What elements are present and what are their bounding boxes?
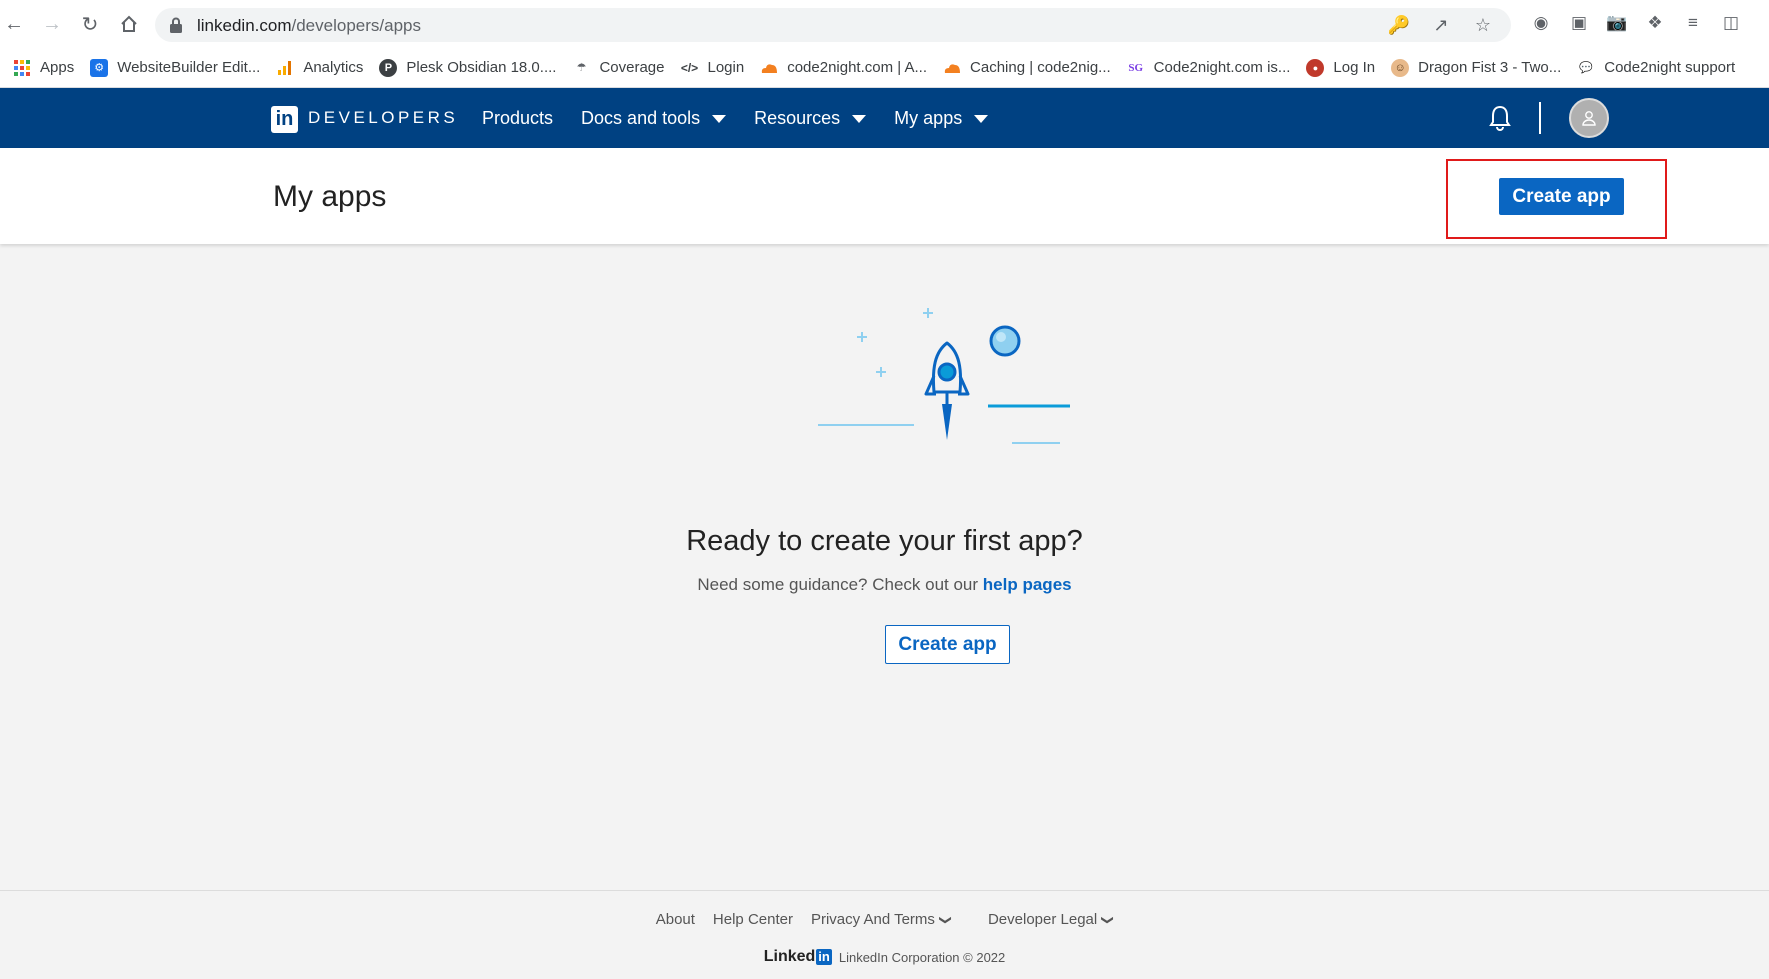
cloudflare-icon [943,59,961,77]
nav-my-apps[interactable]: My apps [894,108,989,129]
dragon-icon: ☺ [1391,58,1410,77]
chevron-down-icon: ❯ [1101,914,1116,925]
rocket-illustration [818,308,1070,444]
empty-state-guidance: Need some guidance? Check out our help p… [697,575,1072,594]
bookmark-login[interactable]: </> Login [673,54,753,82]
reading-list-icon[interactable]: ≡ [1682,12,1704,34]
home-icon[interactable] [117,12,141,36]
caret-down-icon [974,114,989,123]
footer-link-privacy[interactable]: Privacy And Terms ❯ [811,911,953,928]
footer-links: About Help Center Privacy And Terms ❯ Dev… [0,911,1769,928]
help-pages-link[interactable]: help pages [983,575,1072,594]
create-app-button[interactable]: Create app [1499,178,1624,215]
bookmark-log-in[interactable]: ● Log In [1298,54,1383,82]
puzzle-icon[interactable]: ❖ [1644,12,1666,34]
bookmark-analytics[interactable]: Analytics [268,54,371,82]
page-title: My apps [273,180,387,213]
star-icon[interactable]: ☆ [1473,15,1493,35]
coverage-icon: ☂ [576,62,587,74]
bookmark-code2night-support[interactable]: 💬 Code2night support [1569,54,1743,82]
back-arrow-icon[interactable]: ← [2,12,26,36]
plesk-icon: P [379,58,398,77]
linkedin-logo[interactable]: in [271,106,298,133]
analytics-icon [276,59,294,77]
nav-docs-and-tools[interactable]: Docs and tools [581,108,727,129]
apps-grid-icon [13,59,31,77]
bookmark-code2night-a[interactable]: code2night.com | A... [752,54,935,82]
caret-down-icon [712,114,727,123]
screen-capture-icon[interactable]: ▣ [1568,12,1590,34]
cloudflare-icon [760,59,778,77]
bookmark-plesk[interactable]: P Plesk Obsidian 18.0.... [371,54,564,82]
footer-link-about[interactable]: About [656,911,695,928]
bookmarks-bar: Apps ⚙ WebsiteBuilder Edit... Analytics … [0,48,1769,88]
login-icon: ● [1306,58,1325,77]
share-icon[interactable]: ↗ [1431,15,1451,35]
bookmark-dragon-fist[interactable]: ☺ Dragon Fist 3 - Two... [1383,54,1569,82]
browser-toolbar: ← → ↻ linkedin.com/developers/apps 🔑 ↗ ☆… [0,0,1769,48]
chevron-down-icon: ❯ [938,914,953,925]
bookmark-caching[interactable]: Caching | code2nig... [935,54,1119,82]
notification-bell-icon[interactable] [1488,104,1512,132]
reload-icon[interactable]: ↻ [78,12,102,36]
site-header: in DEVELOPERS Products Docs and tools Re… [0,88,1769,148]
side-panel-icon[interactable]: ◫ [1720,12,1742,34]
caret-down-icon [852,114,867,123]
footer-link-help-center[interactable]: Help Center [713,911,793,928]
linkedin-wordmark: Linked in [763,948,832,965]
camera-icon[interactable]: 📷 [1606,12,1628,34]
bookmark-code2night-is[interactable]: SG Code2night.com is... [1119,54,1299,82]
bookmark-apps[interactable]: Apps [5,54,82,82]
url-text: linkedin.com/developers/apps [197,16,421,35]
nav-resources[interactable]: Resources [754,108,867,129]
bookmark-coverage[interactable]: ☂ Coverage [564,54,672,82]
title-bar: My apps Create app [0,148,1769,244]
address-bar[interactable]: linkedin.com/developers/apps 🔑 ↗ ☆ [155,8,1511,42]
avatar[interactable] [1569,98,1609,138]
gear-icon: ⚙ [90,58,109,77]
main-nav: Products Docs and tools Resources My app… [482,108,1016,129]
sg-icon: SG [1128,61,1144,74]
empty-state-heading: Ready to create your first app? [686,525,1083,557]
nav-products[interactable]: Products [482,108,553,129]
footer-link-developer-legal[interactable]: Developer Legal ❯ [988,911,1116,928]
header-divider [1539,102,1541,134]
copyright: Linked in LinkedIn Corporation © 2022 [763,948,1006,965]
lock-icon [170,17,182,33]
key-icon[interactable]: 🔑 [1388,15,1410,35]
chat-icon: 💬 [1579,62,1594,74]
extension-circle-icon[interactable]: ◉ [1530,12,1552,34]
brand-text[interactable]: DEVELOPERS [308,108,458,128]
create-app-secondary-button[interactable]: Create app [885,625,1010,664]
bookmark-websitebuilder[interactable]: ⚙ WebsiteBuilder Edit... [82,54,268,82]
code-icon: </> [680,60,699,75]
footer: About Help Center Privacy And Terms ❯ Dev… [0,890,1769,979]
forward-arrow-icon[interactable]: → [40,12,64,36]
user-icon [1582,111,1596,126]
